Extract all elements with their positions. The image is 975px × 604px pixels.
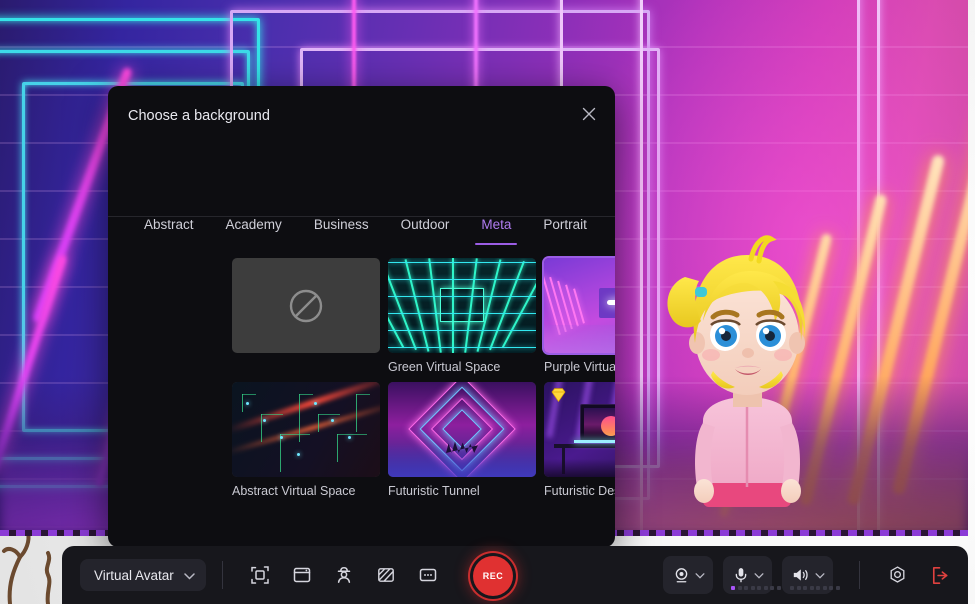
level-dot [816,586,820,590]
level-dot [790,586,794,590]
background-item-futuristic-desktop-desk: Futuristic Desktop Desk [544,382,615,498]
chevron-down-icon [815,566,825,584]
toolbar-divider [221,561,223,589]
background-item-label: Abstract Virtual Space [232,484,356,498]
toolbar-divider [859,561,860,589]
captions-icon[interactable] [411,558,445,592]
premium-diamond-icon [551,388,566,403]
tab-portrait[interactable]: Portrait [527,217,603,245]
background-item-label: Futuristic Desktop Desk [544,484,615,498]
background-item-label: Purple Virtual Space [544,360,615,374]
background-thumbnail[interactable] [544,382,615,477]
background-item-futuristic-tunnel: Futuristic Tunnel [388,382,536,498]
close-icon[interactable] [575,100,603,128]
level-dot [737,586,742,590]
level-dot [744,586,748,590]
toolbar-left-group: Virtual Avatar [62,558,449,592]
dialog-title: Choose a background [128,108,270,124]
tab-business[interactable]: Business [298,217,385,245]
microphone-icon [732,566,750,584]
level-dot [796,586,801,590]
level-dot [822,586,827,590]
background-item-purple-virtual-space: Purple Virtual Space [544,258,615,374]
level-dot [803,586,807,590]
speaker-control[interactable] [782,556,840,594]
background-item-none [232,258,380,374]
tab-academy[interactable]: Academy [210,217,298,245]
speaker-level-meter [790,586,840,590]
no-background-icon [289,289,323,322]
background-thumbnail[interactable] [544,258,615,353]
level-dot [731,586,735,590]
category-tabs: Abstract Academy Business Outdoor Meta Portra… [128,217,603,245]
record-button[interactable]: REC [473,556,513,596]
speaker-icon [791,566,811,584]
background-item-label: Futuristic Tunnel [388,484,480,498]
chevron-down-icon [754,566,764,584]
exit-icon[interactable] [922,558,956,592]
toolbar-right-group [663,556,968,594]
decorative-line-art [2,531,52,604]
background-row: Abstract Virtual Space Futuristic Tunnel F… [232,382,615,498]
window-capture-icon[interactable] [285,558,319,592]
level-dot [763,586,768,590]
source-select-value: Virtual Avatar [94,567,174,583]
level-dot [770,586,774,590]
avatar [655,225,840,536]
source-select[interactable]: Virtual Avatar [80,559,206,591]
level-dot [809,586,814,590]
choose-background-dialog: Choose a background Abstract Academy Busin… [108,86,615,547]
microphone-level-meter [731,586,781,590]
recorder-toolbar: Virtual Avatar REC [62,546,968,604]
background-thumbnail[interactable] [388,382,536,477]
level-dot [750,586,755,590]
microphone-control[interactable] [723,556,781,594]
gear-icon[interactable] [880,558,914,592]
background-row: Green Virtual Space Purple Virtual Space [232,258,615,374]
tab-meta[interactable]: Meta [465,217,527,245]
app-root: Choose a background Abstract Academy Busin… [0,0,975,604]
background-item-abstract-virtual-space: Abstract Virtual Space [232,382,380,498]
level-dot [829,586,833,590]
background-thumbnail[interactable] [388,258,536,353]
level-dot [757,586,761,590]
background-icon[interactable] [369,558,403,592]
camera-control[interactable] [663,556,713,594]
chevron-down-icon [695,566,705,584]
background-item-green-virtual-space: Green Virtual Space [388,258,536,374]
tab-abstract[interactable]: Abstract [128,217,210,245]
level-dot [776,586,781,590]
record-button-label: REC [482,571,504,581]
screen-capture-region-icon[interactable] [243,558,277,592]
chevron-down-icon [184,568,195,583]
background-item-label: Green Virtual Space [388,360,501,374]
background-grid: Green Virtual Space Purple Virtual Space A… [232,258,615,506]
background-thumbnail[interactable] [232,258,380,353]
avatar-icon[interactable] [327,558,361,592]
level-dot [835,586,840,590]
tab-outdoor[interactable]: Outdoor [385,217,466,245]
background-thumbnail[interactable] [232,382,380,477]
webcam-icon [672,566,691,585]
